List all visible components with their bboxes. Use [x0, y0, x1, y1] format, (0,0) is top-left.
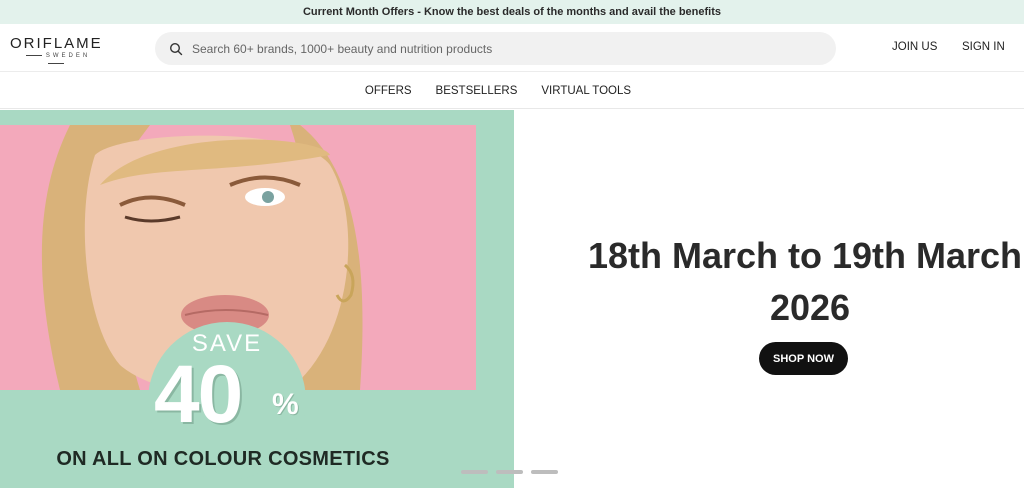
logo-wordmark: ORIFLAME: [10, 35, 103, 52]
nav-item-virtual-tools[interactable]: VIRTUAL TOOLS: [541, 85, 631, 97]
carousel-dot[interactable]: [461, 470, 488, 474]
carousel-dot[interactable]: [496, 470, 523, 474]
search-icon[interactable]: [169, 42, 183, 56]
brand-logo[interactable]: ORIFLAME SWEDEN: [10, 36, 102, 68]
promo-bar[interactable]: Current Month Offers - Know the best dea…: [0, 0, 1024, 24]
header: ORIFLAME SWEDEN JOIN US SIGN IN: [0, 24, 1024, 72]
percent-sign: %: [272, 388, 299, 421]
promo-banner[interactable]: SAVE 40 % ON ALL ON COLOUR COSMETICS: [0, 110, 514, 488]
offer-date: 18th March to 19th March, 2026: [560, 230, 1024, 334]
carousel-indicators: [461, 470, 558, 474]
main-nav: OFFERS BESTSELLERS VIRTUAL TOOLS: [0, 73, 1024, 109]
hero-carousel: SAVE 40 % ON ALL ON COLOUR COSMETICS 18t…: [0, 110, 1024, 503]
carousel-dot[interactable]: [531, 470, 558, 474]
offer-description: ON ALL ON COLOUR COSMETICS: [56, 448, 390, 470]
offer-date-line-2: 2026: [769, 287, 851, 328]
logo-subtitle: SWEDEN: [10, 52, 102, 68]
search-input[interactable]: [192, 41, 792, 56]
search-bar[interactable]: [155, 32, 836, 65]
shop-now-button[interactable]: SHOP NOW: [759, 342, 848, 375]
discount-value: 40: [154, 349, 243, 440]
nav-item-bestsellers[interactable]: BESTSELLERS: [436, 85, 518, 97]
join-us-link[interactable]: JOIN US: [892, 41, 937, 53]
nav-item-offers[interactable]: OFFERS: [365, 85, 412, 97]
offer-date-line-1: 18th March to 19th March,: [587, 235, 1024, 276]
sign-in-link[interactable]: SIGN IN: [962, 41, 1005, 53]
promo-text[interactable]: Current Month Offers - Know the best dea…: [303, 6, 721, 18]
